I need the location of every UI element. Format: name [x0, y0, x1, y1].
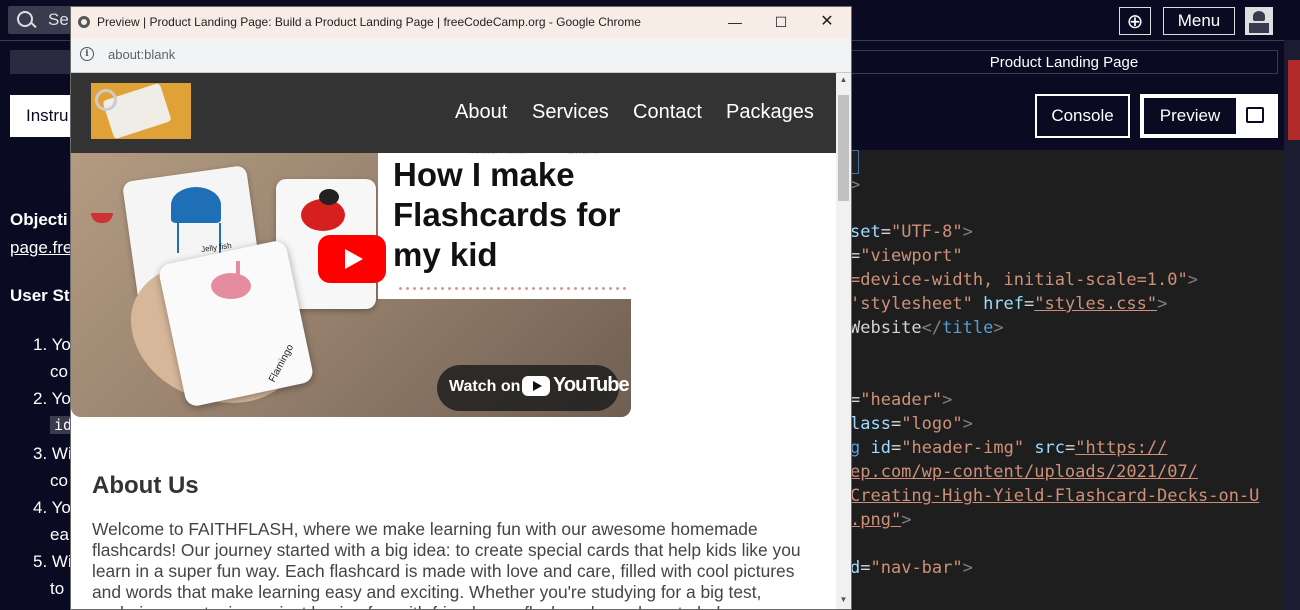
- menu-button[interactable]: Menu: [1163, 7, 1235, 35]
- code-editor[interactable]: > set="UTF-8"> ="viewport" =device-width…: [850, 150, 1284, 610]
- close-button[interactable]: ✕: [811, 9, 843, 35]
- instructions-tab[interactable]: Instru: [10, 95, 70, 137]
- code-line-url-3: .png">: [850, 510, 912, 530]
- user-story-1-cont: co: [50, 362, 68, 381]
- code-line-url-1: ep.com/wp-content/uploads/2021/07/: [850, 462, 1198, 482]
- code-line-title: Website</title>: [850, 318, 1004, 338]
- challenge-title: Product Landing Page: [850, 50, 1278, 74]
- search-text: Se: [48, 10, 69, 29]
- flamingo-neck: [236, 261, 240, 291]
- thumbnail-dots: [397, 287, 627, 290]
- user-story-1: 1. Yo: [33, 335, 71, 354]
- instructions-panel: Objecti page.fre User St 1. Yo co 2. Yo …: [0, 150, 77, 610]
- youtube-play-icon: [522, 376, 550, 396]
- avatar[interactable]: [1245, 7, 1273, 35]
- user-story-2: 2. Yo: [33, 389, 71, 408]
- about-paragraph: Welcome to FAITHFLASH, where we make lea…: [92, 519, 801, 609]
- page-header: About Services Contact Packages: [71, 73, 836, 153]
- scrollbar-thumb[interactable]: [838, 95, 849, 201]
- play-button-icon[interactable]: [318, 235, 386, 283]
- nav-link-contact[interactable]: Contact: [633, 101, 702, 124]
- user-story-4-cont: ea: [50, 525, 69, 544]
- code-line-content: =device-width, initial-scale=1.0">: [850, 270, 1199, 290]
- code-line-logo: lass="logo">: [850, 414, 973, 434]
- jellyfish-illustration: [171, 187, 221, 223]
- popout-icon[interactable]: [1246, 107, 1264, 123]
- maximize-button[interactable]: ☐: [765, 9, 797, 35]
- scroll-up-arrow-icon[interactable]: ▲: [836, 75, 851, 87]
- user-story-5-cont: to: [50, 579, 65, 598]
- nav-link-packages[interactable]: Packages: [726, 101, 814, 124]
- user-stories-label: User St: [10, 286, 70, 305]
- user-story-4: 4. Yo: [33, 498, 71, 517]
- preview-label: Preview: [1144, 98, 1236, 134]
- ladybug-head: [319, 189, 339, 205]
- language-globe-icon[interactable]: ⊕: [1119, 7, 1151, 35]
- address-bar[interactable]: [71, 38, 851, 73]
- nav-link-services[interactable]: Services: [532, 101, 609, 124]
- watch-on-text: Watch on: [449, 378, 521, 395]
- console-button[interactable]: Console: [1035, 94, 1130, 138]
- code-line-charset: set="UTF-8">: [850, 222, 973, 242]
- preview-popup-window: Preview | Product Landing Page: Build a …: [70, 6, 852, 610]
- youtube-video-embed[interactable]: Jelly fish Flamingo How I make Flashcard…: [71, 143, 631, 417]
- search-icon: [17, 11, 33, 27]
- about-heading: About Us: [92, 472, 199, 499]
- scroll-down-arrow-icon[interactable]: ▼: [836, 595, 851, 607]
- window-title: Preview | Product Landing Page: Build a …: [97, 15, 641, 29]
- user-story-5: 5. Wi: [33, 552, 72, 571]
- nav-link-about[interactable]: About: [455, 101, 507, 124]
- code-line-stylesheet: 'stylesheet" href="styles.css">: [850, 294, 1168, 314]
- code-line-img: g id="header-img" src="https://: [850, 438, 1168, 458]
- minimize-button[interactable]: —: [719, 9, 751, 35]
- code-line-header: ="header">: [850, 390, 953, 410]
- logo-ring-icon: [95, 89, 117, 111]
- url-text[interactable]: about:blank: [108, 47, 175, 62]
- youtube-wordmark: YouTube: [553, 374, 630, 396]
- page-viewport: Jelly fish Flamingo How I make Flashcard…: [71, 73, 836, 609]
- preview-button[interactable]: Preview: [1140, 94, 1278, 138]
- user-story-3: 3. Wi: [33, 444, 72, 463]
- info-icon[interactable]: i: [80, 47, 94, 61]
- objective-label: Objecti: [10, 210, 68, 229]
- code-line-nav: d="nav-bar">: [850, 558, 973, 578]
- code-line-viewport: ="viewport": [850, 246, 963, 266]
- user-story-3-cont: co: [50, 471, 68, 490]
- flamingo-illustration: [211, 273, 251, 299]
- chrome-icon: [78, 16, 90, 28]
- background-window-edge: [1288, 60, 1300, 140]
- objective-link[interactable]: page.fre: [10, 238, 72, 258]
- code-line-url-2: Creating-High-Yield-Flashcard-Decks-on-U: [850, 486, 1260, 506]
- thumbnail-title: How I make Flashcards for my kid: [393, 156, 621, 273]
